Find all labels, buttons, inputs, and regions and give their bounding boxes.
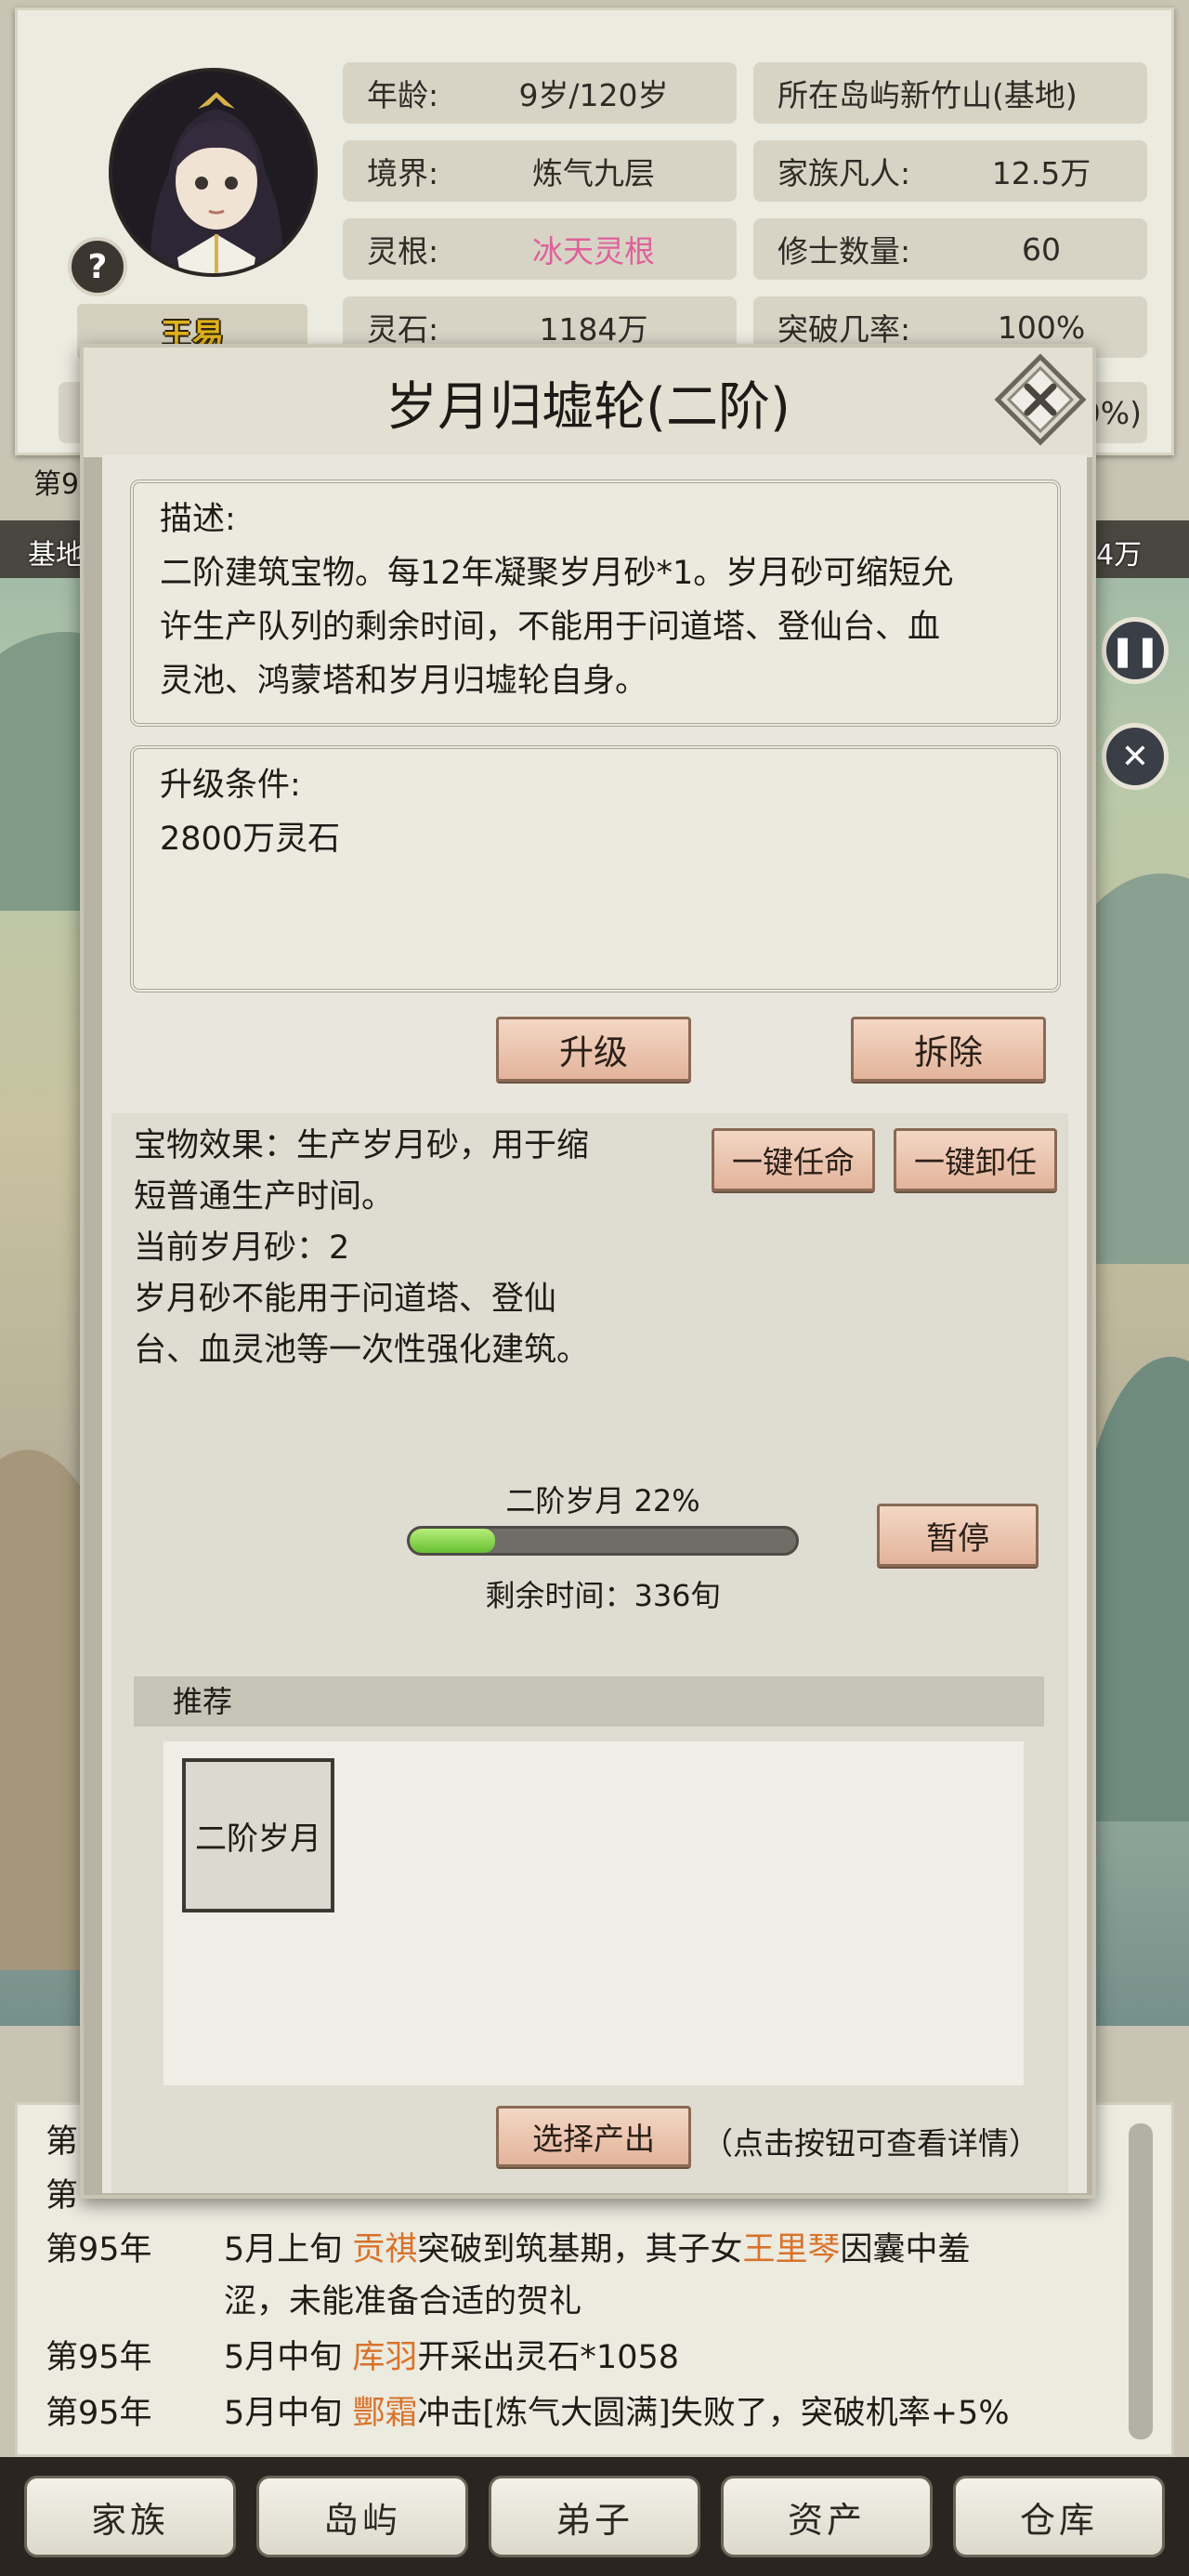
effect-description: 宝物效果：生产岁月砂，用于缩 短普通生产时间。 当前岁月砂：2 岁月砂不能用于问… xyxy=(134,1121,654,1376)
game-screen: ? 王易 年龄: 9岁/120岁 境界: 炼气九层 灵根: 冰天灵根 灵石: 1… xyxy=(0,0,1189,2576)
nav-assets[interactable]: 资产 xyxy=(721,2476,933,2557)
effect-line: 岁月砂不能用于问道塔、登仙 xyxy=(134,1281,557,1318)
log-person[interactable]: 库羽 xyxy=(352,2339,417,2376)
bottom-navigation: 家族 岛屿 弟子 资产 仓库 xyxy=(0,2457,1189,2576)
upgrade-label: 升级条件: xyxy=(160,767,301,804)
log-text: 开采出灵石*1058 xyxy=(417,2339,679,2376)
production-progress-bar xyxy=(407,1526,799,1556)
stat-value: 炼气九层 xyxy=(532,155,655,191)
stat-value: 60 xyxy=(1022,230,1061,268)
stat-mortals: 家族凡人: 12.5万 xyxy=(753,140,1147,202)
dismiss-all-button[interactable]: 一键卸任 xyxy=(894,1128,1057,1191)
log-row: 第95年 5月中旬 酆霜冲击[炼气大圆满]失败了，突破机率+5% xyxy=(46,2389,1010,2438)
log-row-partial: 第 xyxy=(46,2118,78,2166)
description-line: 二阶建筑宝物。每12年凝聚岁月砂*1。岁月砂可缩短允 xyxy=(160,555,954,592)
recommend-header: 推荐 xyxy=(134,1676,1044,1727)
stat-island: 所在岛屿 新竹山(基地) xyxy=(753,62,1147,124)
recommend-item[interactable]: 二阶岁月 xyxy=(182,1758,334,1912)
log-year: 第 xyxy=(46,2123,79,2161)
stat-label: 修士数量: xyxy=(777,233,911,269)
stat-label: 年龄: xyxy=(367,77,439,113)
description-label: 描述: xyxy=(160,501,236,538)
upgrade-button[interactable]: 升级 xyxy=(496,1017,691,1082)
log-text: 涩，未能准备合适的贺礼 xyxy=(224,2283,582,2320)
stat-label: 所在岛屿 xyxy=(777,77,900,113)
stat-cultivators: 修士数量: 60 xyxy=(753,218,1147,280)
stat-realm: 境界: 炼气九层 xyxy=(343,140,737,202)
resource-fragment-label: 4万 xyxy=(1096,539,1143,572)
log-year: 第95年 xyxy=(46,2339,152,2376)
log-row-partial: 第 xyxy=(46,2172,78,2220)
stat-label: 灵石: xyxy=(367,311,439,348)
log-row: 第95年 5月上旬 贡祺突破到筑基期，其子女王里琴因囊中羞 xyxy=(46,2226,970,2274)
stat-value: 9岁/120岁 xyxy=(518,77,669,113)
effect-line: 短普通生产时间。 xyxy=(134,1178,395,1216)
nav-islands[interactable]: 岛屿 xyxy=(256,2476,468,2557)
select-output-button[interactable]: 选择产出 xyxy=(496,2106,691,2167)
select-output-hint: （点击按钮可查看详情） xyxy=(702,2125,1039,2162)
description-line: 许生产队列的剩余时间，不能用于问道塔、登仙台、血 xyxy=(160,609,941,646)
log-row: 涩，未能准备合适的贺礼 xyxy=(46,2278,581,2326)
stat-label: 境界: xyxy=(367,155,439,191)
base-tab-label: 基地 xyxy=(28,539,84,572)
description-box: 描述: 二阶建筑宝物。每12年凝聚岁月砂*1。岁月砂可缩短允 许生产队列的剩余时… xyxy=(130,480,1061,727)
log-text: 5月中旬 xyxy=(224,2339,353,2376)
log-person[interactable]: 贡祺 xyxy=(352,2231,417,2268)
close-map-icon[interactable]: ✕ xyxy=(1102,723,1169,790)
stat-value: 12.5万 xyxy=(991,155,1091,191)
stat-value: 100% xyxy=(997,309,1086,346)
dialog-title: 岁月归墟轮(二阶) xyxy=(84,348,1092,457)
log-person[interactable]: 酆霜 xyxy=(352,2395,417,2432)
log-text: 因囊中羞 xyxy=(840,2231,971,2268)
effect-line: 宝物效果：生产岁月砂，用于缩 xyxy=(134,1127,590,1164)
appoint-all-button[interactable]: 一键任命 xyxy=(712,1128,875,1191)
log-year: 第95年 xyxy=(46,2395,152,2432)
nav-warehouse[interactable]: 仓库 xyxy=(953,2476,1165,2557)
stat-label: 家族凡人: xyxy=(777,155,911,191)
nav-family[interactable]: 家族 xyxy=(24,2476,236,2557)
description-line: 灵池、鸿蒙塔和岁月归墟轮自身。 xyxy=(160,663,648,700)
production-label: 二阶岁月 22% xyxy=(505,1483,700,1518)
year-fragment: 第9 xyxy=(33,468,80,501)
remaining-time: 剩余时间：336旬 xyxy=(485,1578,721,1613)
log-row: 第95年 5月中旬 库羽开采出灵石*1058 xyxy=(46,2333,679,2382)
stat-value: 1184万 xyxy=(539,311,648,348)
stat-value: 冰天灵根 xyxy=(532,233,655,269)
stat-label: 突破几率: xyxy=(777,311,911,348)
effect-line: 台、血灵池等一次性强化建筑。 xyxy=(134,1332,590,1369)
stat-spirit-root: 灵根: 冰天灵根 xyxy=(343,218,737,280)
upgrade-cost: 2800万灵石 xyxy=(160,821,341,858)
log-year: 第 xyxy=(46,2177,79,2215)
log-scrollbar[interactable] xyxy=(1129,2123,1153,2439)
effect-line: 当前岁月砂：2 xyxy=(134,1229,350,1267)
pause-button[interactable]: 暂停 xyxy=(877,1504,1039,1567)
stat-age: 年龄: 9岁/120岁 xyxy=(343,62,737,124)
production-progress-fill xyxy=(410,1529,495,1553)
upgrade-box: 升级条件: 2800万灵石 xyxy=(130,745,1061,992)
demolish-button[interactable]: 拆除 xyxy=(851,1017,1046,1082)
resource-fragment: 4万 xyxy=(1087,520,1189,578)
question-mark-icon[interactable]: ? xyxy=(68,237,127,296)
nav-disciples[interactable]: 弟子 xyxy=(489,2476,700,2557)
log-text: 5月中旬 xyxy=(224,2395,353,2432)
log-year: 第95年 xyxy=(46,2231,152,2268)
log-person[interactable]: 王里琴 xyxy=(742,2231,840,2268)
pause-game-icon[interactable]: ❚❚ xyxy=(1102,617,1169,684)
log-text: 5月上旬 xyxy=(224,2231,353,2268)
log-text: 突破到筑基期，其子女 xyxy=(417,2231,743,2268)
character-avatar[interactable] xyxy=(109,68,318,277)
stat-value: 新竹山(基地) xyxy=(900,77,1078,113)
log-text: 冲击[炼气大圆满]失败了，突破机率+5% xyxy=(417,2395,1010,2432)
description-text: 二阶建筑宝物。每12年凝聚岁月砂*1。岁月砂可缩短允 许生产队列的剩余时间，不能… xyxy=(160,546,1052,708)
stat-label: 灵根: xyxy=(367,233,439,269)
close-icon[interactable] xyxy=(994,353,1087,446)
